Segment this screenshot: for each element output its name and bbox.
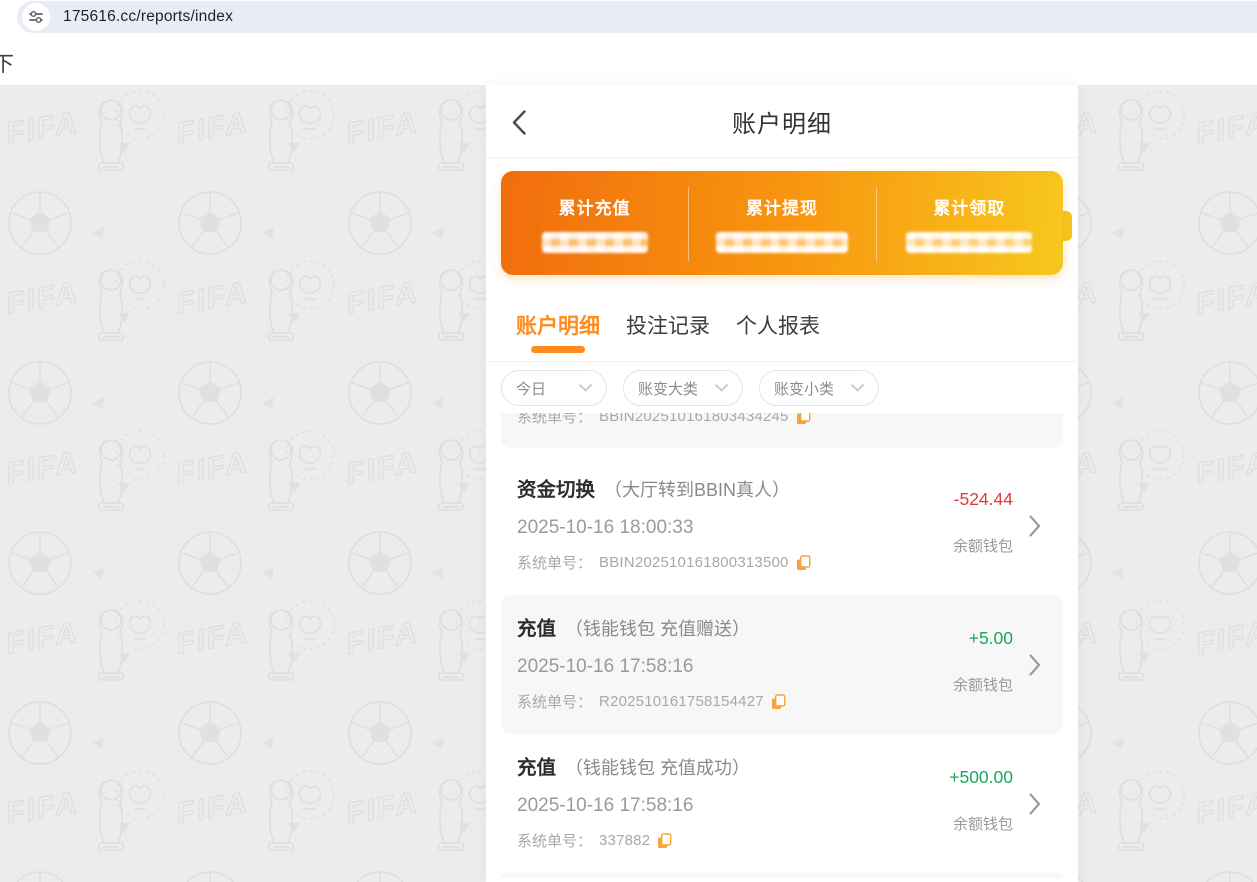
account-detail-panel: 账户明细 累计充值 累计提现 累计领取 账户明细 投注记	[486, 85, 1078, 882]
chevron-down-icon	[715, 384, 728, 392]
order-number: BBIN202510161800313500	[599, 554, 789, 571]
wallet-label: 余额钱包	[953, 674, 1013, 695]
summary-card: 累计充值 累计提现 累计领取	[501, 171, 1063, 275]
chevron-right-icon	[1029, 654, 1041, 676]
chevron-right-icon	[1029, 793, 1041, 815]
tab-personal-report[interactable]: 个人报表	[736, 310, 820, 361]
wallet-label: 余额钱包	[953, 535, 1013, 556]
tab-account-detail[interactable]: 账户明细	[516, 310, 600, 361]
copy-icon[interactable]	[771, 694, 786, 710]
total-withdraw: 累计提现	[688, 171, 875, 275]
back-button[interactable]	[512, 109, 530, 135]
transaction-row[interactable]: 充值 （钱能钱包 充值成功） 2025-10-16 17:58:16 系统单号：…	[501, 734, 1063, 873]
order-number: 337882	[599, 832, 650, 849]
filter-date-label: 今日	[516, 378, 546, 399]
transaction-description: （钱能钱包 充值成功）	[565, 754, 750, 780]
order-row: 系统单号： BBIN202510161803434245	[517, 413, 1063, 427]
filter-minor-category[interactable]: 账变小类	[759, 370, 879, 406]
filter-minor-category-label: 账变小类	[774, 378, 834, 399]
order-number: BBIN202510161803434245	[599, 413, 789, 425]
transaction-amount: +5.00	[969, 628, 1013, 649]
order-number: R202510161758154427	[599, 693, 764, 710]
chevron-right-icon	[1029, 515, 1041, 537]
copy-icon[interactable]	[657, 833, 672, 849]
tab-bet-records[interactable]: 投注记录	[626, 310, 710, 361]
transaction-row[interactable]: 资金切换 （大厅转到BBIN真人） 2025-10-16 18:00:33 系统…	[501, 456, 1063, 595]
wallet-label: 余额钱包	[953, 813, 1013, 834]
chevron-down-icon	[579, 384, 592, 392]
next-row-sliver	[501, 873, 1063, 878]
order-label: 系统单号：	[517, 413, 592, 427]
site-settings-icon[interactable]	[22, 3, 50, 31]
transaction-list: 系统单号： BBIN202510161803434245 资金切换 （大厅转到BB…	[486, 413, 1078, 878]
total-deposit-value-masked	[542, 232, 648, 253]
filter-date[interactable]: 今日	[501, 370, 607, 406]
transaction-description: （大厅转到BBIN真人）	[604, 476, 790, 502]
order-label: 系统单号：	[517, 552, 592, 573]
copy-icon[interactable]	[796, 555, 811, 571]
total-claim: 累计领取	[876, 171, 1063, 275]
url-text: 175616.cc/reports/index	[63, 8, 233, 26]
order-label: 系统单号：	[517, 691, 592, 712]
transaction-description: （钱能钱包 充值赠送）	[565, 615, 750, 641]
filter-bar: 今日 账变大类 账变小类	[486, 362, 1078, 413]
transaction-type: 充值	[517, 612, 556, 641]
total-claim-label: 累计领取	[933, 194, 1005, 219]
total-deposit-label: 累计充值	[559, 194, 631, 219]
screen: 175616.cc/reports/index 下 FIFA	[0, 0, 1257, 882]
transaction-row[interactable]: 充值 （钱能钱包 充值赠送） 2025-10-16 17:58:16 系统单号：…	[501, 595, 1063, 734]
transaction-type: 充值	[517, 751, 556, 780]
chevron-left-icon	[512, 110, 526, 135]
total-withdraw-value-masked	[716, 232, 848, 253]
total-claim-value-masked	[906, 232, 1032, 253]
chevron-down-icon	[851, 384, 864, 392]
total-withdraw-label: 累计提现	[746, 194, 818, 219]
transaction-amount: +500.00	[949, 767, 1013, 788]
browser-address-bar[interactable]: 175616.cc/reports/index	[17, 1, 1257, 33]
transaction-type: 资金切换	[517, 473, 595, 502]
page-title: 账户明细	[732, 104, 832, 139]
total-deposit: 累计充值	[501, 171, 688, 275]
copy-icon[interactable]	[796, 413, 811, 425]
tab-bar: 账户明细 投注记录 个人报表	[486, 275, 1078, 362]
app-header: 账户明细	[486, 85, 1078, 158]
filter-major-category-label: 账变大类	[638, 378, 698, 399]
summary-section: 累计充值 累计提现 累计领取	[486, 158, 1078, 275]
tune-icon	[28, 9, 44, 25]
transaction-amount: -524.44	[954, 489, 1013, 510]
transaction-row-partial[interactable]: 系统单号： BBIN202510161803434245	[501, 413, 1063, 448]
rows-container: 资金切换 （大厅转到BBIN真人） 2025-10-16 18:00:33 系统…	[501, 456, 1063, 873]
order-label: 系统单号：	[517, 830, 592, 851]
clipped-text-fragment: 下	[0, 48, 14, 78]
filter-major-category[interactable]: 账变大类	[623, 370, 743, 406]
